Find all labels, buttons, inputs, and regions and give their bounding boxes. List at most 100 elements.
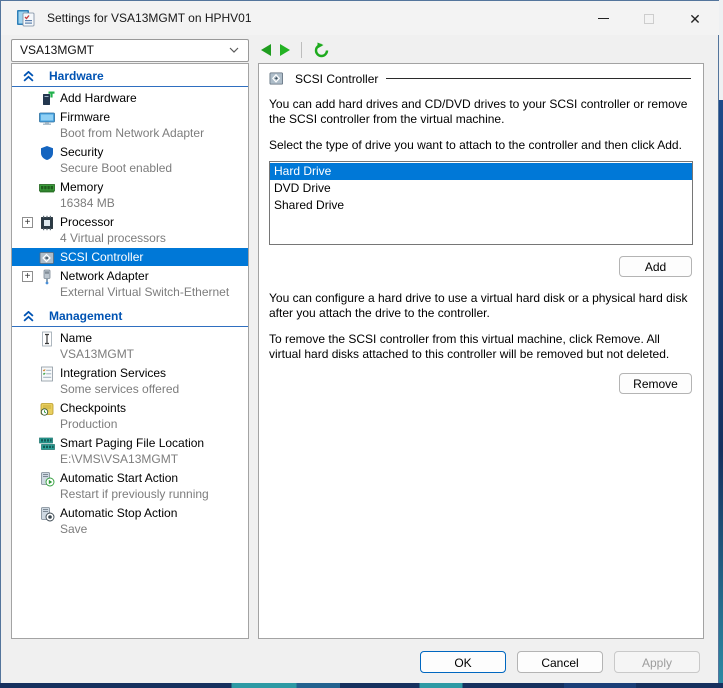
title-bar: Settings for VSA13MGMT on HPHV01 ✕ (1, 1, 719, 35)
sidebar-item-subtext: Production (60, 417, 246, 432)
smart-paging-icon (39, 436, 55, 452)
sidebar-item-label: Memory (60, 180, 246, 195)
sidebar-item-label: Network Adapter (60, 269, 246, 284)
collapse-chevron-icon (23, 71, 34, 82)
remove-button-row: Remove (268, 373, 693, 394)
sidebar-item-subtext: VSA13MGMT (60, 347, 246, 362)
add-hardware-icon (39, 91, 55, 107)
vm-selector-value: VSA13MGMT (20, 43, 94, 57)
refresh-icon[interactable] (313, 42, 330, 59)
name-ibeam-icon (39, 331, 55, 347)
sidebar-item-subtext: Restart if previously running (60, 487, 246, 502)
maximize-icon (644, 14, 654, 24)
back-arrow-icon[interactable] (261, 44, 271, 56)
sidebar-item-name[interactable]: Name VSA13MGMT (12, 329, 248, 363)
sidebar-item-subtext: External Virtual Switch-Ethernet (60, 285, 246, 300)
section-header-management[interactable]: Management (12, 304, 248, 327)
security-shield-icon (39, 145, 55, 161)
sidebar-item-auto-start[interactable]: Automatic Start Action Restart if previo… (12, 469, 248, 503)
sidebar-item-checkpoints[interactable]: Checkpoints Production (12, 399, 248, 433)
sidebar-item-label: Add Hardware (60, 91, 246, 106)
expand-toggle-icon[interactable]: + (22, 271, 33, 282)
sidebar-item-subtext: 4 Virtual processors (60, 231, 246, 246)
sidebar-item-add-hardware[interactable]: Add Hardware (12, 89, 248, 107)
scsi-controller-panel: SCSI Controller You can add hard drives … (258, 63, 704, 639)
desktop-wallpaper-bottom (0, 683, 723, 688)
collapse-chevron-icon (23, 311, 34, 322)
configure-text: You can configure a hard drive to use a … (269, 291, 691, 321)
minimize-button[interactable] (580, 2, 626, 35)
drive-type-listbox[interactable]: Hard Drive DVD Drive Shared Drive (269, 161, 693, 245)
sidebar-item-subtext: Some services offered (60, 382, 246, 397)
window-controls: ✕ (580, 2, 718, 35)
sidebar-item-network-adapter[interactable]: + Network Adapter External Virtual Switc… (12, 267, 248, 301)
sidebar-item-memory[interactable]: Memory 16384 MB (12, 178, 248, 212)
desktop-wallpaper-edge (719, 100, 723, 684)
vm-selector-dropdown[interactable]: VSA13MGMT (11, 39, 249, 62)
toolbar: VSA13MGMT (11, 38, 711, 62)
sidebar-item-subtext: 16384 MB (60, 196, 246, 211)
close-icon: ✕ (689, 12, 701, 26)
heading-divider (386, 78, 691, 79)
drive-option-hard-drive[interactable]: Hard Drive (270, 163, 692, 180)
integration-services-icon (39, 366, 55, 382)
sidebar-item-firmware[interactable]: Firmware Boot from Network Adapter (12, 108, 248, 142)
sidebar-item-label: Automatic Stop Action (60, 506, 246, 521)
firmware-icon (39, 110, 55, 126)
window-title: Settings for VSA13MGMT on HPHV01 (47, 11, 252, 25)
add-button-row: Add (268, 256, 693, 277)
scsi-controller-icon (268, 71, 285, 86)
section-label-management: Management (49, 309, 122, 323)
apply-button: Apply (614, 651, 700, 673)
sidebar-item-label: Automatic Start Action (60, 471, 246, 486)
sidebar-item-subtext: Boot from Network Adapter (60, 126, 246, 141)
sidebar-item-subtext: Secure Boot enabled (60, 161, 246, 176)
sidebar-item-label: SCSI Controller (60, 250, 246, 265)
section-header-hardware[interactable]: Hardware (12, 64, 248, 87)
auto-stop-icon (39, 506, 55, 522)
forward-arrow-icon[interactable] (280, 44, 290, 56)
sidebar-item-label: Name (60, 331, 246, 346)
sidebar-item-security[interactable]: Security Secure Boot enabled (12, 143, 248, 177)
sidebar-item-subtext: Save (60, 522, 246, 537)
settings-sidebar: Hardware Add Hardware (11, 63, 249, 639)
section-label-hardware: Hardware (49, 69, 104, 83)
close-button[interactable]: ✕ (672, 2, 718, 35)
add-button[interactable]: Add (619, 256, 692, 277)
network-adapter-icon (39, 269, 55, 285)
dialog-footer: OK Cancel Apply (420, 651, 700, 673)
sidebar-item-label: Firmware (60, 110, 246, 125)
sidebar-item-label: Checkpoints (60, 401, 246, 416)
remove-text: To remove the SCSI controller from this … (269, 332, 691, 362)
processor-icon (39, 215, 55, 231)
scsi-controller-icon (39, 250, 55, 266)
sidebar-item-smart-paging[interactable]: Smart Paging File Location E:\VMS\VSA13M… (12, 434, 248, 468)
instruction-text: Select the type of drive you want to att… (269, 138, 691, 153)
drive-option-shared-drive[interactable]: Shared Drive (270, 197, 692, 214)
expand-toggle-icon[interactable]: + (22, 217, 33, 228)
sidebar-item-integration-services[interactable]: Integration Services Some services offer… (12, 364, 248, 398)
sidebar-item-scsi-controller[interactable]: SCSI Controller (12, 248, 248, 266)
sidebar-item-label: Processor (60, 215, 246, 230)
chevron-down-icon (229, 47, 239, 53)
cancel-button[interactable]: Cancel (517, 651, 603, 673)
settings-app-icon (16, 8, 36, 28)
description-text: You can add hard drives and CD/DVD drive… (269, 97, 691, 127)
sidebar-item-auto-stop[interactable]: Automatic Stop Action Save (12, 504, 248, 538)
auto-start-icon (39, 471, 55, 487)
sidebar-item-processor[interactable]: + Processor 4 Virtual processors (12, 213, 248, 247)
sidebar-item-label: Security (60, 145, 246, 160)
panel-title: SCSI Controller (295, 72, 378, 86)
sidebar-item-label: Integration Services (60, 366, 246, 381)
remove-button[interactable]: Remove (619, 373, 692, 394)
memory-icon (39, 180, 55, 196)
minimize-icon (598, 18, 609, 19)
checkpoints-icon (39, 401, 55, 417)
panel-heading: SCSI Controller (268, 71, 693, 86)
sidebar-item-label: Smart Paging File Location (60, 436, 246, 451)
maximize-button (626, 2, 672, 35)
sidebar-item-subtext: E:\VMS\VSA13MGMT (60, 452, 246, 467)
navigation-buttons (261, 42, 330, 59)
ok-button[interactable]: OK (420, 651, 506, 673)
drive-option-dvd-drive[interactable]: DVD Drive (270, 180, 692, 197)
